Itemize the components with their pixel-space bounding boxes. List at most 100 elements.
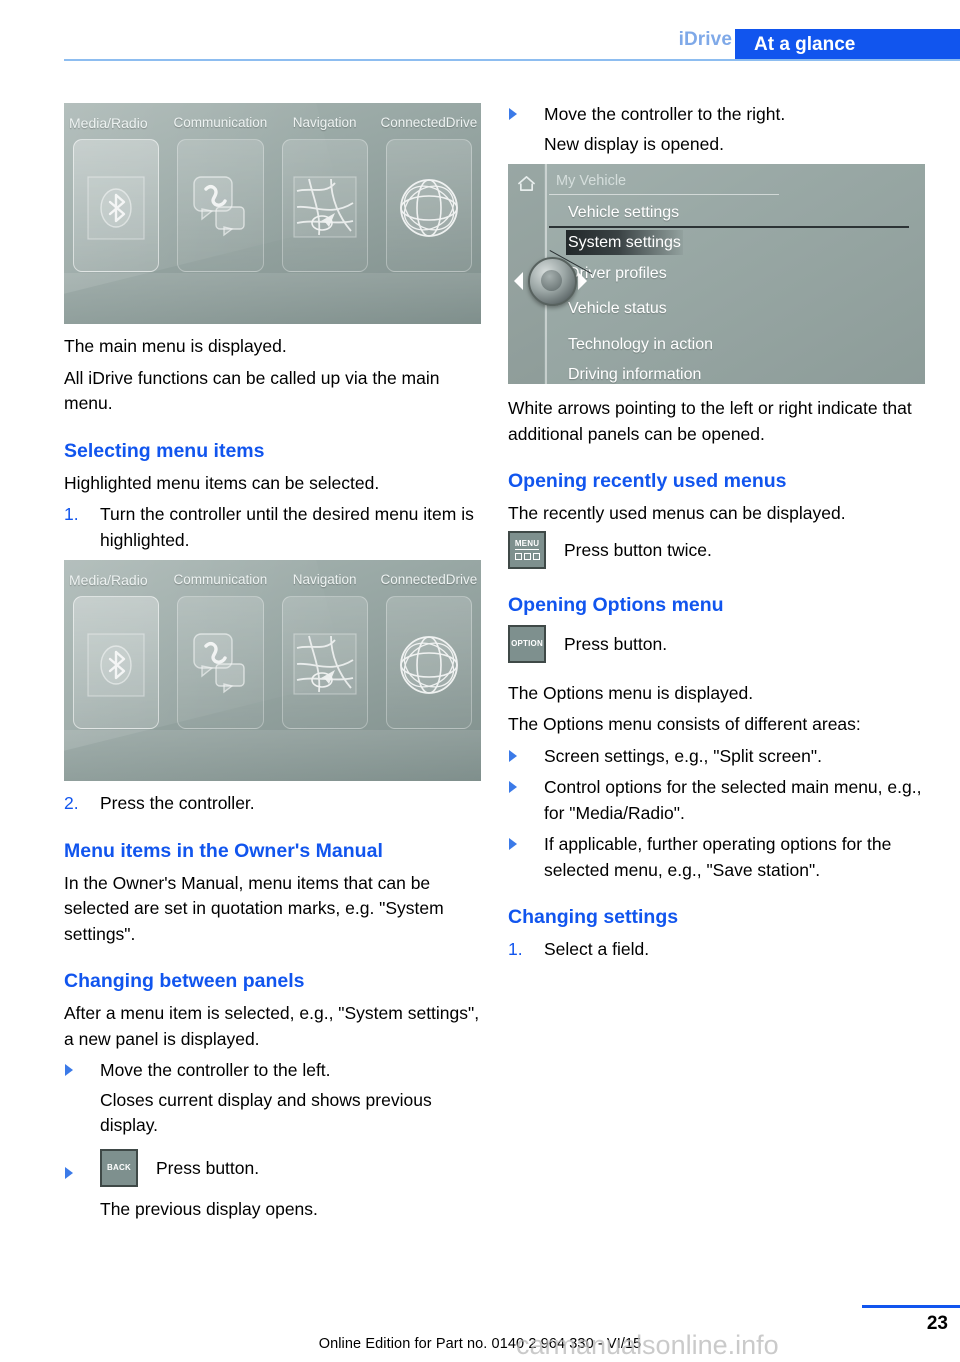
paragraph-options-displayed: The Options menu is displayed. [508,682,754,703]
idrive-tile-media-radio: Media/Radio [67,103,165,288]
step-text: Select a field. [544,939,650,959]
back-button-icon[interactable]: BACK [100,1148,138,1187]
menu-item-system-settings-selected[interactable]: System settings [566,230,683,255]
title-divider [549,194,779,195]
idrive-tile-box [177,596,264,729]
menu-button-dots-icon [514,553,540,560]
idrive-tile-box [385,596,472,729]
triangle-bullet-icon [509,749,517,762]
triangle-bullet-icon [65,1064,73,1076]
menu-item-vehicle-settings[interactable]: Vehicle settings [568,204,679,222]
bullet-press-back-button: BACK Press button. [64,1148,481,1193]
option-button-row: OPTION Press button. [508,624,925,665]
triangle-bullet-icon [509,838,517,850]
idrive-tile-box [73,139,160,272]
idrive-tile-connecteddrive: ConnectedDrive [380,103,478,288]
menu-button-label: MENU [514,539,540,550]
bullet-text: Screen settings, e.g., "Split screen". [544,745,822,766]
idrive-main-menu-screenshot-top: Media/Radio Communication Navigation Con… [64,103,481,324]
globe-icon [399,636,458,695]
idrive-tile-label: Navigation [292,572,357,587]
bullet-text: Press button. [156,1157,260,1178]
paragraph-highlighted-items: Highlighted menu items can be selected. [64,472,380,493]
idrive-tile-label: Media/Radio [69,572,148,588]
menu-item-technology-in-action[interactable]: Technology in action [568,336,713,354]
idrive-tiles: Media/Radio Communication Navigation Con… [64,103,481,288]
option-button-text: Press button. [564,633,668,654]
heading-changing-between-panels: Changing between panels [64,970,305,992]
option-button-icon[interactable]: OPTION [508,624,546,663]
bullet-text: Move the controller to the left. [100,1060,331,1080]
step-number: 2. [64,793,79,813]
step-text: Press the controller. [100,793,255,813]
heading-opening-recently-used-menus: Opening recently used menus [508,470,787,492]
bluetooth-icon [87,633,145,697]
paragraph-owners-manual-body: In the Owner's Manual, menu items that c… [64,872,444,944]
menu-item-driving-information[interactable]: Driving information [568,366,701,384]
back-button-label: BACK [107,1163,131,1172]
paragraph-options-consists: The Options menu consists of different a… [508,714,861,734]
step-1-turn-controller: 1. Turn the controller until the desired… [64,502,481,553]
triangle-bullet-icon [509,781,517,793]
paragraph-closes-current-display: Closes current display and shows previou… [100,1089,432,1136]
menu-item-vehicle-status[interactable]: Vehicle status [568,300,667,318]
bullet-text: Move the controller to the right. [544,104,786,124]
screen-reflection [64,273,481,324]
header-chapter-label: iDrive [678,29,732,50]
idrive-tile-label: ConnectedDrive [380,115,478,130]
menu-button-row: MENU Press button twice. [508,530,925,571]
paragraph-previous-display-opens: The previous display opens. [100,1198,318,1219]
left-column: Media/Radio Communication Navigation Con… [64,96,481,1228]
bullet-if-applicable: If applicable, further operating options… [508,832,925,883]
idrive-tile-connecteddrive: ConnectedDrive [380,560,478,745]
idrive-tiles: Media/Radio Communication Navigation Con… [64,560,481,745]
step-number: 1. [508,939,523,959]
menu-button-text: Press button twice. [564,539,712,560]
page-number: 23 [926,1313,948,1334]
map-icon [293,633,357,695]
step-2-press-controller: 2. Press the controller. [64,791,481,817]
arrow-left-icon [514,272,523,290]
menu-button-icon[interactable]: MENU [508,530,546,569]
selection-divider [549,226,909,228]
idrive-tile-communication: Communication [171,103,269,288]
idrive-tile-box [385,139,472,272]
paragraph-after-menu-item-selected: After a menu item is selected, e.g., "Sy… [64,1003,480,1049]
idrive-tile-navigation: Navigation [276,560,374,745]
idrive-tile-label: Communication [173,115,268,130]
idrive-controller-knob[interactable] [528,257,577,306]
heading-changing-settings: Changing settings [508,906,679,928]
idrive-main-menu-screenshot-bottom: Media/Radio Communication Navigation Con… [64,560,481,781]
step-text: Turn the controller until the desired me… [100,504,474,550]
idrive-tile-box [281,139,368,272]
speech-bubble-phone-icon [193,176,246,237]
bluetooth-icon [87,176,145,240]
paragraph-all-idrive-functions: All iDrive functions can be called up vi… [64,367,440,414]
back-button-row: BACK Press button. [100,1148,481,1189]
idrive-tile-label: ConnectedDrive [380,572,478,587]
idrive-tile-communication: Communication [171,560,269,745]
idrive-tile-box [281,596,368,729]
arrow-right-icon [578,272,587,290]
header-section-label: At a glance [754,34,856,55]
paragraph-new-display-opened: New display is opened. [544,133,724,154]
footer-edition-note: Online Edition for Part no. 0140 2 964 3… [318,1336,642,1352]
footer-rule [862,1305,960,1308]
option-button-label: OPTION [511,639,543,648]
step-number: 1. [64,504,79,524]
map-icon [293,176,357,238]
triangle-bullet-icon [65,1166,73,1179]
step-1-select-a-field: 1. Select a field. [508,937,925,963]
page-header: iDrive At a glance [0,0,960,62]
bullet-screen-settings: Screen settings, e.g., "Split screen". [508,744,925,770]
my-vehicle-menu-screenshot: My Vehicle Vehicle settings System setti… [508,164,925,384]
bullet-move-controller-left: Move the controller to the left. [64,1058,481,1084]
paragraph-recently-used-menus: The recently used menus can be displayed… [508,503,846,523]
idrive-tile-label: Navigation [292,115,357,130]
idrive-tile-box [177,139,264,272]
paragraph-main-menu-displayed: The main menu is displayed. [64,336,287,356]
header-section-badge: At a glance [735,29,960,59]
idrive-tile-media-radio: Media/Radio [67,560,165,745]
speech-bubble-phone-icon [193,633,246,694]
idrive-tile-box [73,596,160,729]
